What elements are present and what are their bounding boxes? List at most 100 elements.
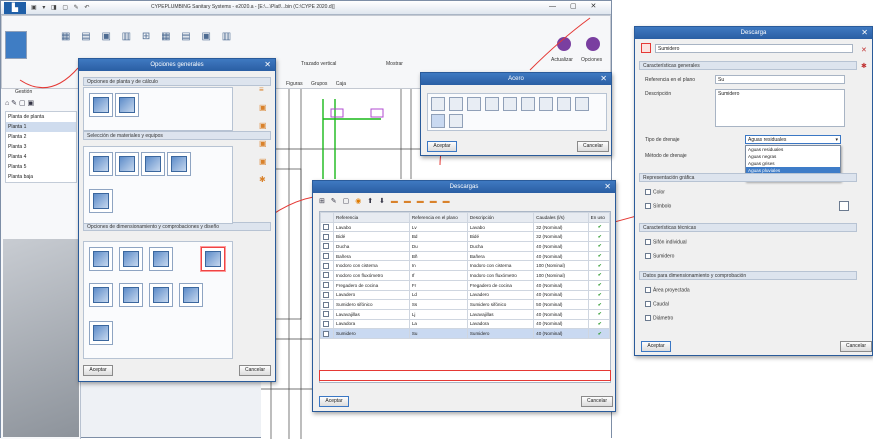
row-checkbox[interactable] <box>320 270 335 281</box>
table-row[interactable]: Lavadora La Lavadora 40 (Nominal) ✔ <box>320 318 610 330</box>
opt-sumidero[interactable]: Sumidero <box>645 253 674 259</box>
in-use-check-icon[interactable]: ✔ <box>587 270 610 281</box>
dim-button-7[interactable] <box>149 283 173 307</box>
acero-option-7[interactable] <box>539 97 553 111</box>
acero-option-3[interactable] <box>467 97 481 111</box>
cancel-button[interactable]: Cancelar <box>239 365 271 376</box>
in-use-check-icon[interactable]: ✔ <box>587 221 610 233</box>
table-row[interactable]: Fregadero de cocina Fr Fregadero de cocina… <box>320 279 610 291</box>
dim-button-descargas[interactable] <box>201 247 225 271</box>
row-checkbox[interactable] <box>320 289 335 301</box>
in-use-check-icon[interactable]: ✔ <box>587 289 610 301</box>
material-button-1[interactable] <box>89 152 113 176</box>
in-use-check-icon[interactable]: ✔ <box>587 231 610 243</box>
acero-option-5[interactable] <box>503 97 517 111</box>
plan-options-button[interactable] <box>115 93 139 117</box>
checkbox[interactable] <box>645 239 651 245</box>
opt-color[interactable]: Color <box>645 189 665 195</box>
checkbox[interactable] <box>645 301 651 307</box>
row-checkbox[interactable] <box>320 308 335 320</box>
side-icons[interactable]: ✕ ✱ <box>861 43 871 75</box>
close-icon[interactable]: ✕ <box>604 181 611 193</box>
descarga-name-field[interactable]: Sumidero <box>655 44 853 53</box>
close-icon[interactable]: ✕ <box>861 27 868 39</box>
table-row[interactable]: Inodoro con fluxómetro If Inodoro con flux… <box>320 270 610 281</box>
dim-button-9[interactable] <box>89 321 113 345</box>
table-row[interactable]: Inodoro con cisterna In Inodoro con cister… <box>320 260 610 272</box>
close-icon[interactable]: ✕ <box>600 73 607 85</box>
dropdown-option[interactable]: Aguas grises <box>746 160 840 167</box>
chevron-down-icon[interactable]: ▾ <box>835 136 838 144</box>
dropdown-option[interactable]: Aguas negras <box>746 153 840 160</box>
dim-button-8[interactable] <box>179 283 203 307</box>
dim-button-6[interactable] <box>119 283 143 307</box>
calc-options-button[interactable] <box>89 93 113 117</box>
row-checkbox[interactable] <box>320 241 335 252</box>
table-row[interactable]: Lavadero Ld Lavadero 40 (Nominal) ✔ <box>320 289 610 301</box>
descarga-symbol-icon[interactable] <box>641 43 651 53</box>
in-use-check-icon[interactable]: ✔ <box>587 250 610 262</box>
row-checkbox[interactable] <box>320 328 335 339</box>
dim-button-1[interactable] <box>89 247 113 271</box>
opt-diametro[interactable]: Diámetro <box>645 315 673 321</box>
row-checkbox[interactable] <box>320 250 335 262</box>
side-icon-column[interactable]: ≡ ▣ ▣ ▣ ▣ ✱ <box>259 81 271 191</box>
checkbox[interactable] <box>645 287 651 293</box>
table-row[interactable]: Bañera Bñ Bañera 40 (Nominal) ✔ <box>320 250 610 262</box>
opt-sifon[interactable]: Sifón individual <box>645 239 687 245</box>
table-row[interactable]: Sumidero sifónico Ss Sumidero sifónico 50 (… <box>320 299 610 310</box>
acero-option-8[interactable] <box>557 97 571 111</box>
acero-option-6[interactable] <box>521 97 535 111</box>
col-flow[interactable]: Caudales (l/s) <box>533 212 589 223</box>
acero-accept-button[interactable]: Aceptar <box>427 141 457 152</box>
acero-option-1[interactable] <box>431 97 445 111</box>
col-plan-ref[interactable]: Referencia en el plano <box>408 212 468 223</box>
in-use-check-icon[interactable]: ✔ <box>587 279 610 291</box>
row-checkbox[interactable] <box>320 318 335 330</box>
opt-simbolo[interactable]: Símbolo <box>645 203 671 209</box>
checkbox[interactable] <box>645 315 651 321</box>
acero-option-2[interactable] <box>449 97 463 111</box>
table-row[interactable]: Ducha Du Ducha 40 (Nominal) ✔ <box>320 241 610 252</box>
in-use-check-icon[interactable]: ✔ <box>587 308 610 320</box>
tipo-select[interactable]: Aguas residuales ▾ <box>745 135 841 144</box>
row-checkbox[interactable] <box>320 260 335 272</box>
checkbox[interactable] <box>645 203 651 209</box>
dim-button-3[interactable] <box>149 247 173 271</box>
material-button-4[interactable] <box>167 152 191 176</box>
material-button-3[interactable] <box>141 152 165 176</box>
descargas-toolbar[interactable]: ⊞ ✎ ▢ ◉ ⬆ ⬇ ▬ ▬ ▬ ▬ ▬ <box>319 197 519 207</box>
in-use-check-icon[interactable]: ✔ <box>587 241 610 252</box>
dim-button-2[interactable] <box>119 247 143 271</box>
opt-caudal[interactable]: Caudal <box>645 301 669 307</box>
acero-cancel-button[interactable]: Cancelar <box>577 141 609 152</box>
acero-option-9[interactable] <box>575 97 589 111</box>
row-checkbox[interactable] <box>320 221 335 233</box>
dropdown-option[interactable]: Aguas residuales <box>746 146 840 153</box>
col-in-use[interactable]: En uso <box>587 212 610 223</box>
acero-option-4[interactable] <box>485 97 499 111</box>
in-use-check-icon[interactable]: ✔ <box>587 260 610 272</box>
table-row[interactable]: Bidé Bd Bidé 32 (Nominal) ✔ <box>320 231 610 243</box>
descarga-cancel-button[interactable]: Cancelar <box>840 341 872 352</box>
table-row[interactable]: Lavavajillas Lj Lavavajillas 40 (Nominal) ✔ <box>320 308 610 320</box>
desc-field[interactable]: Sumidero <box>715 89 845 127</box>
descarga-accept-button[interactable]: Aceptar <box>641 341 671 352</box>
in-use-check-icon[interactable]: ✔ <box>587 328 610 339</box>
row-checkbox[interactable] <box>320 231 335 243</box>
ref-field[interactable]: Su <box>715 75 845 84</box>
col-reference[interactable]: Referencia <box>333 212 410 223</box>
row-checkbox[interactable] <box>320 299 335 310</box>
material-button-5[interactable] <box>89 189 113 213</box>
acero-option-10[interactable] <box>431 114 445 128</box>
in-use-check-icon[interactable]: ✔ <box>587 318 610 330</box>
acero-option-11[interactable] <box>449 114 463 128</box>
edit-icon[interactable]: ◉ <box>355 198 363 205</box>
table-row[interactable]: Sumidero Su Sumidero 40 (Nominal) ✔ <box>320 328 610 339</box>
descargas-accept-button[interactable]: Aceptar <box>319 396 349 407</box>
dim-button-5[interactable] <box>89 283 113 307</box>
opt-area[interactable]: Área proyectada <box>645 287 690 293</box>
descargas-cancel-button[interactable]: Cancelar <box>581 396 613 407</box>
row-checkbox[interactable] <box>320 279 335 291</box>
checkbox[interactable] <box>645 189 651 195</box>
